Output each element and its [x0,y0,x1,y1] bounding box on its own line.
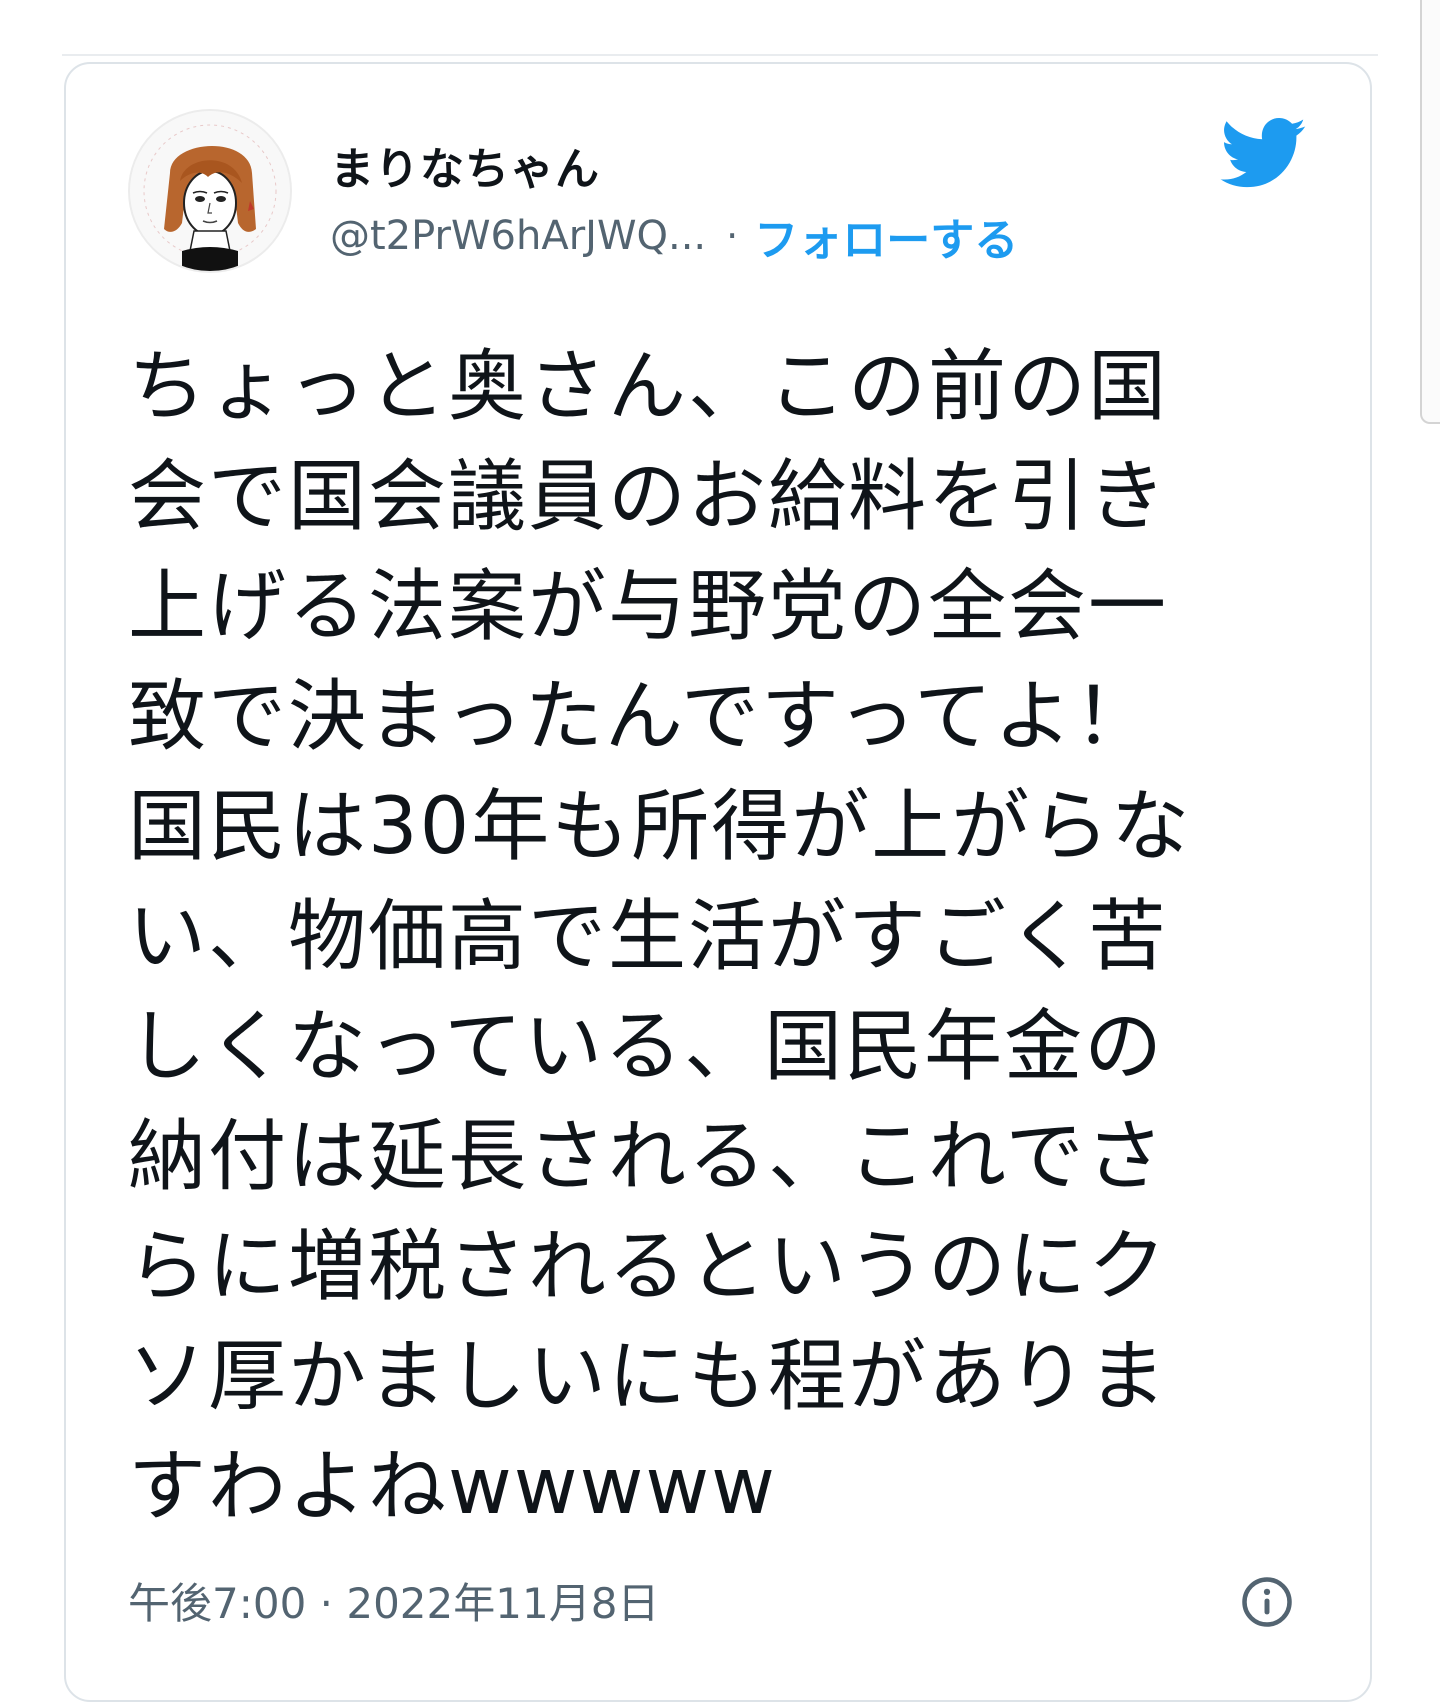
scrollbar[interactable] [1418,0,1440,1642]
info-icon[interactable] [1240,1575,1294,1629]
tweet-text: ちょっと奥さん、この前の国 会で国会議員のお給料を引き 上げる法案が与野党の全会… [128,332,1258,1542]
tweet-text-line: 会で国会議員のお給料を引き [128,452,1169,542]
tweet-text-line: ソ厚かましいにも程がありま [128,1332,1169,1422]
user-handle[interactable]: @t2PrW6hArJWQ... [330,213,706,259]
separator-dot: · [726,214,739,258]
avatar-illustration-icon [130,111,290,271]
tweet-text-line: 納付は延長される、これでさ [128,1112,1166,1202]
tweet-text-line: すわよねwwwww [128,1442,777,1532]
tweet-text-line: 上げる法案が与野党の全会一 [128,562,1169,652]
tweet-text-line: 致で決まったんですってよ！ [128,672,1154,762]
avatar[interactable] [128,109,292,273]
twitter-bird-icon[interactable] [1220,118,1308,190]
tweet-timestamp[interactable]: 午後7:00 · 2022年11月8日 [128,1570,659,1631]
follow-button[interactable]: フォローする [754,204,1018,268]
tweet-text-line: 国民は30年も所得が上がらな [128,782,1192,872]
tweet-text-line: らに増税されるというのにク [128,1222,1169,1312]
tweet-text-line: い、物価高で生活がすごく苦 [128,892,1169,982]
top-divider [62,54,1378,56]
tweet-text-line: ちょっと奥さん、この前の国 [128,342,1169,432]
display-name[interactable]: まりなちゃん [330,133,600,197]
handle-row: @t2PrW6hArJWQ... · フォローする [330,210,1018,266]
top-band [0,0,1440,58]
scrollbar-thumb[interactable] [1420,0,1440,424]
tweet-text-line: しくなっている、国民年金の [128,1002,1165,1092]
